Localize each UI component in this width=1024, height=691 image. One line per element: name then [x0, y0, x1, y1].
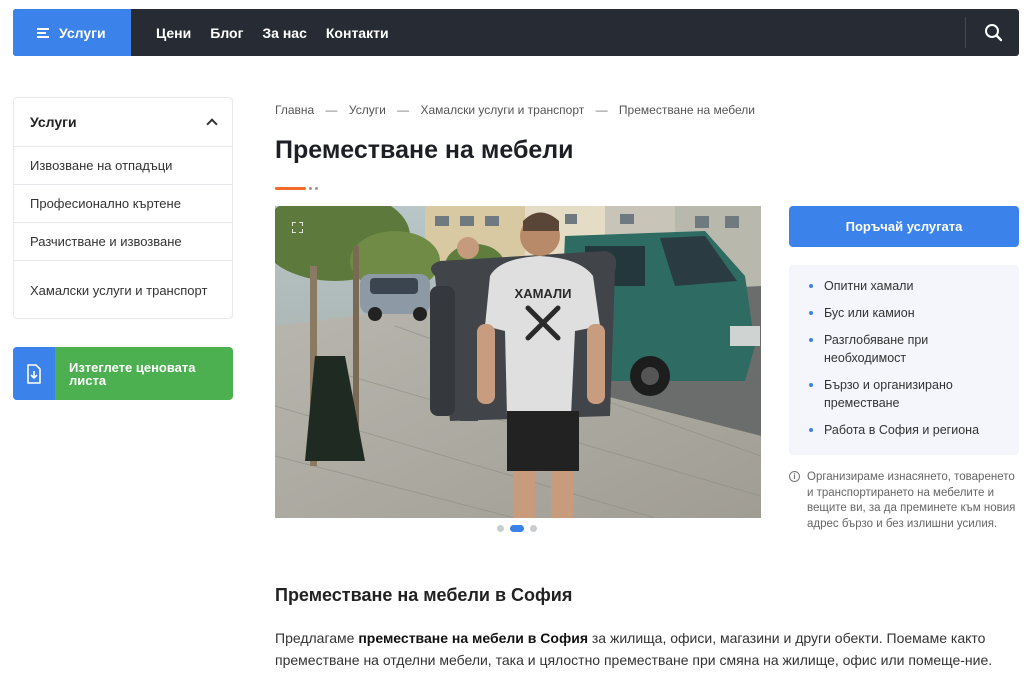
- info-note: i Организираме изнасянето, товаренето и …: [789, 470, 1019, 532]
- nav-link-blog[interactable]: Блог: [210, 25, 243, 41]
- nav-link-about[interactable]: За нас: [262, 25, 306, 41]
- gallery-dot[interactable]: [497, 525, 504, 532]
- gallery-pagination: [497, 525, 543, 532]
- service-photo[interactable]: ХАМАЛИ: [275, 206, 761, 518]
- paragraph-bold-text: преместване на мебели в София: [358, 630, 588, 646]
- feature-item: Разглобяване при необходимост: [809, 331, 1003, 367]
- top-navbar: Услуги Цени Блог За нас Контакти: [13, 9, 1019, 56]
- search-icon: [985, 24, 1003, 42]
- page-title: Преместване на мебели: [275, 136, 574, 164]
- feature-item: Бързо и организирано преместване: [809, 376, 1003, 412]
- breadcrumb-moving-transport[interactable]: Хамалски услуги и транспорт: [420, 103, 584, 117]
- feature-item: Опитни хамали: [809, 277, 1003, 295]
- fullscreen-icon[interactable]: [292, 222, 303, 233]
- title-underline: [275, 180, 318, 198]
- gallery-dot[interactable]: [530, 525, 537, 532]
- download-file-icon: [13, 347, 55, 400]
- info-icon: i: [789, 471, 800, 482]
- nav-link-contacts[interactable]: Контакти: [326, 25, 389, 41]
- sidebar-item-waste-removal[interactable]: Извозване на отпадъци: [14, 147, 232, 185]
- breadcrumb: Главна — Услуги — Хамалски услуги и тран…: [275, 103, 755, 117]
- info-note-text: Организираме изнасянето, товаренето и тр…: [807, 471, 1016, 530]
- feature-item: Работа в София и региона: [809, 421, 1003, 439]
- features-list: Опитни хамали Бус или камион Разглобяван…: [789, 265, 1019, 455]
- search-button[interactable]: [979, 19, 1009, 47]
- nav-divider: [965, 17, 966, 48]
- breadcrumb-services[interactable]: Услуги: [349, 103, 386, 117]
- gallery-dot-active[interactable]: [510, 525, 524, 532]
- paragraph-text-start: Предлагаме: [275, 630, 359, 646]
- breadcrumb-separator: —: [595, 103, 608, 117]
- shirt-text: ХАМАЛИ: [515, 286, 572, 301]
- feature-item: Бус или камион: [809, 304, 1003, 322]
- section-title: Преместване на мебели в София: [275, 585, 573, 605]
- download-price-list-button[interactable]: Изтеглете ценовата листа: [13, 347, 233, 400]
- breadcrumb-separator: —: [325, 103, 338, 117]
- sidebar-item-demolition[interactable]: Професионално къртене: [14, 185, 232, 223]
- order-service-button[interactable]: Поръчай услугата: [789, 206, 1019, 247]
- breadcrumb-home[interactable]: Главна: [275, 103, 314, 117]
- download-label: Изтеглете ценовата листа: [69, 359, 196, 388]
- breadcrumb-separator: —: [397, 103, 410, 117]
- chevron-up-icon: [206, 118, 218, 130]
- nav-link-prices[interactable]: Цени: [156, 25, 191, 41]
- services-sidebar: Услуги Извозване на отпадъци Професионал…: [13, 97, 233, 319]
- services-menu-button[interactable]: Услуги: [13, 9, 131, 56]
- breadcrumb-current: Преместване на мебели: [618, 103, 756, 117]
- sidebar-header[interactable]: Услуги: [14, 98, 232, 147]
- sidebar-item-moving-transport[interactable]: Хамалски услуги и транспорт: [14, 261, 232, 319]
- sidebar-item-clearing[interactable]: Разчистване и извозване: [14, 223, 232, 261]
- menu-icon: [37, 26, 49, 40]
- services-menu-label: Услуги: [59, 24, 106, 41]
- main-nav: Цени Блог За нас Контакти: [156, 25, 408, 41]
- section-paragraph: Предлагаме преместване на мебели в София…: [275, 627, 1015, 671]
- sidebar-title: Услуги: [30, 114, 77, 130]
